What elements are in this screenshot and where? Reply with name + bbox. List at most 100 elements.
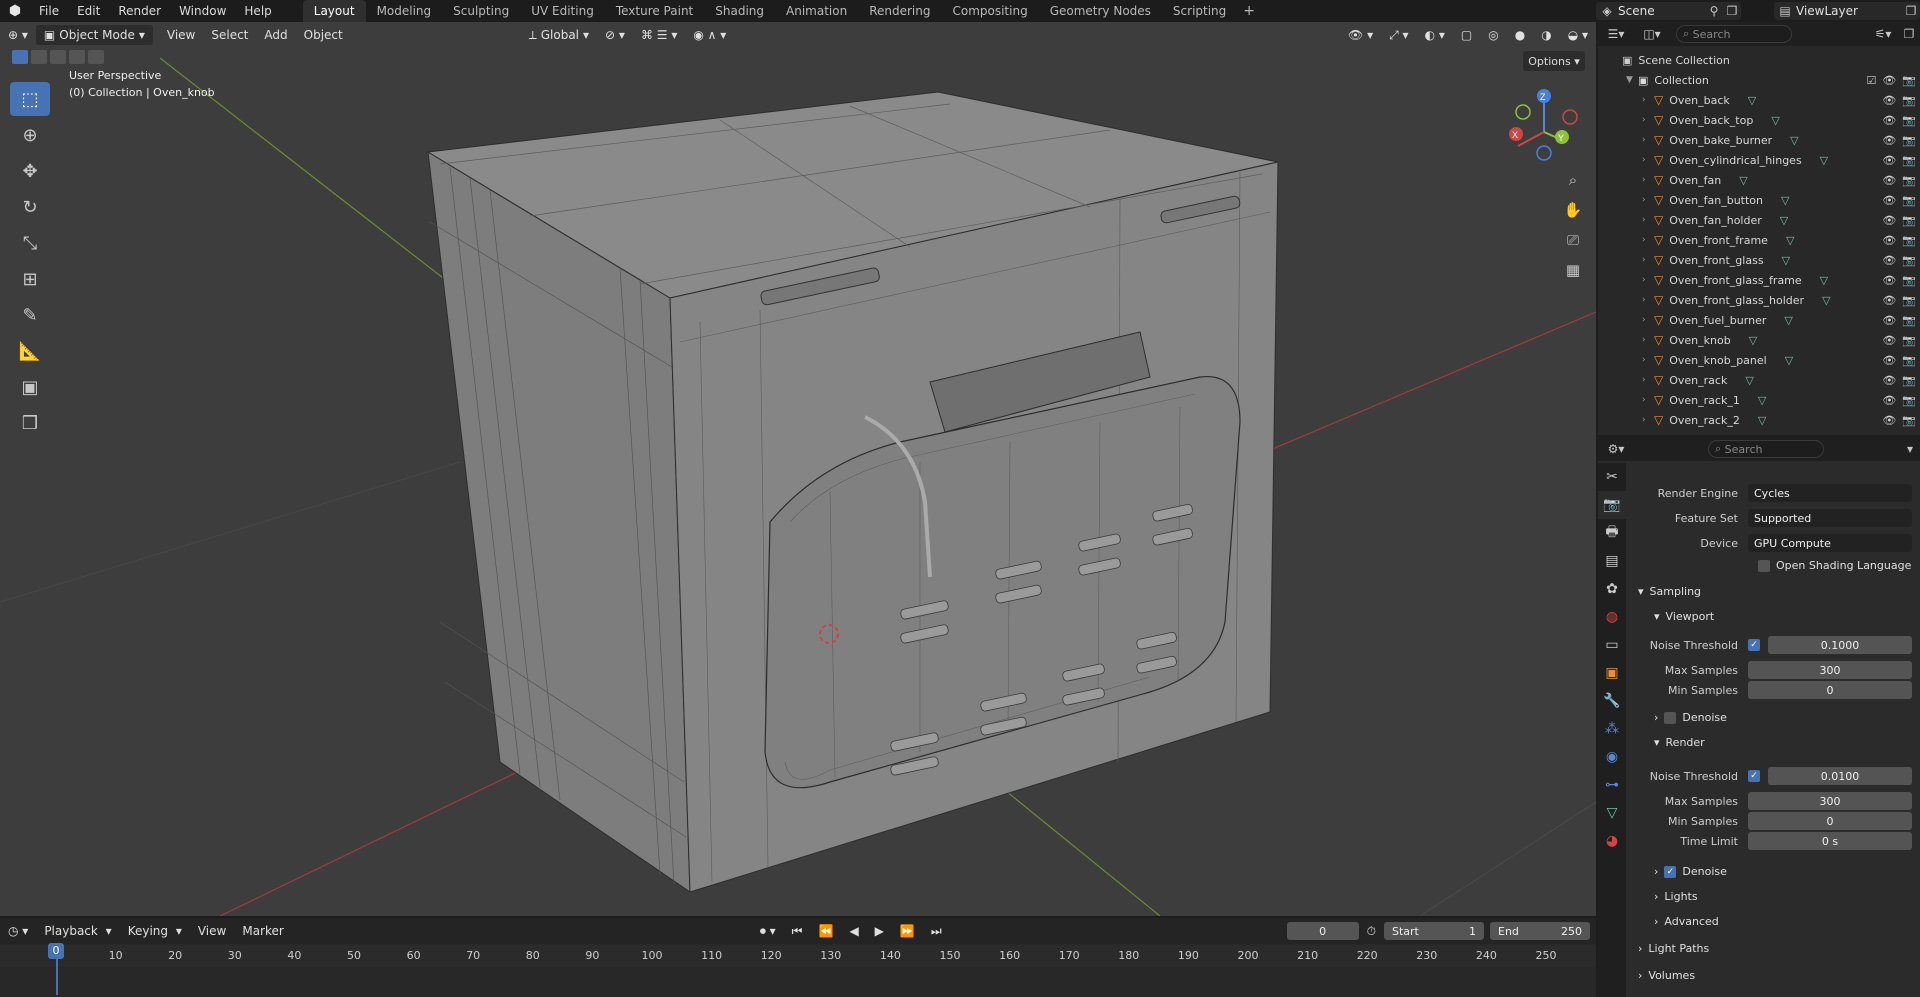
data-tab-icon[interactable]: ▽ [1598, 799, 1626, 827]
mesh-data-icon[interactable]: ▽ [1748, 94, 1756, 107]
osl-checkbox-row[interactable]: Open Shading Language [1758, 559, 1911, 572]
particles-tab-icon[interactable]: ⁂ [1598, 715, 1626, 743]
viewport-max-samples-field[interactable]: 300 [1748, 661, 1912, 679]
proportional-edit-icon[interactable]: ◉ ∧ ▾ [685, 25, 734, 45]
render-noise-threshold-checkbox[interactable]: ✓ [1748, 770, 1760, 782]
editor-type-icon[interactable]: ⊕ ▾ [0, 25, 36, 45]
outliner-object-row[interactable]: › ▽ Oven_front_frame ▽ 👁 📷 [1598, 230, 1920, 250]
scale-icon[interactable]: ⤡ [10, 226, 50, 260]
transform-icon[interactable]: ⊞ [10, 262, 50, 296]
play-reverse-icon[interactable]: ◀ [841, 921, 866, 941]
shading-solid-icon[interactable]: ● [1507, 25, 1533, 45]
viewport-noise-threshold-field[interactable]: 0.1000 [1768, 636, 1912, 654]
mesh-data-icon[interactable]: ▽ [1771, 114, 1779, 127]
render-min-samples-field[interactable]: 0 [1748, 812, 1912, 830]
extrude-icon[interactable]: ❒ [10, 406, 50, 440]
camera-icon[interactable]: 📷 [1902, 74, 1916, 87]
play-icon[interactable]: ▶ [867, 921, 892, 941]
outliner-object-row[interactable]: › ▽ Oven_front_glass_holder ▽ 👁 📷 [1598, 290, 1920, 310]
select-invert-icon[interactable] [69, 50, 85, 64]
mode-dropdown[interactable]: ▣ Object Mode ▾ [35, 25, 153, 45]
visibility-icon[interactable]: 👁 ▾ [1340, 25, 1381, 45]
menu-playback[interactable]: Playback ▾ [36, 921, 119, 941]
viewport-denoise-row[interactable]: › Denoise [1654, 711, 1727, 724]
select-box-icon[interactable]: ⬚ [10, 82, 50, 116]
render-denoise-row[interactable]: › ✓ Denoise [1654, 865, 1727, 878]
collection-tab-icon[interactable]: ▭ [1598, 631, 1626, 659]
pin-icon[interactable]: ⚲ [1705, 4, 1723, 18]
cursor-icon[interactable]: ⊕ [10, 118, 50, 152]
camera-icon[interactable]: 📷 [1902, 134, 1916, 147]
menu-object[interactable]: Object [296, 25, 351, 45]
xray-icon[interactable]: ▢ [1453, 25, 1480, 45]
menu-marker[interactable]: Marker [234, 921, 291, 941]
expand-object-icon[interactable]: › [1642, 175, 1654, 185]
properties-search-input[interactable]: ⌕ Search [1708, 440, 1824, 458]
select-extend-icon[interactable] [31, 50, 47, 64]
camera-view-icon[interactable]: ⎚ [1560, 227, 1586, 253]
playhead-line[interactable] [56, 959, 58, 995]
mesh-data-icon[interactable]: ▽ [1784, 314, 1792, 327]
eye-icon[interactable]: 👁 [1882, 114, 1896, 127]
new-collection-icon[interactable]: ❐ [1898, 27, 1920, 41]
mesh-data-icon[interactable]: ▽ [1820, 274, 1828, 287]
camera-icon[interactable]: 📷 [1902, 274, 1916, 287]
expand-object-icon[interactable]: › [1642, 315, 1654, 325]
camera-icon[interactable]: 📷 [1902, 394, 1916, 407]
constraints-tab-icon[interactable]: ⊶ [1598, 771, 1626, 799]
tab-uv-editing[interactable]: UV Editing [520, 0, 605, 22]
timeline-ruler[interactable]: 10 20 30 40 50 60 70 80 90 100 110 120 130 140 150 160 1… [0, 945, 1596, 967]
eye-icon[interactable]: 👁 [1882, 254, 1896, 267]
timer-icon[interactable]: ⏱ [1359, 921, 1384, 941]
expand-object-icon[interactable]: › [1642, 155, 1654, 165]
select-new-icon[interactable] [12, 50, 28, 64]
expand-object-icon[interactable]: › [1642, 395, 1654, 405]
eye-icon[interactable]: 👁 [1882, 414, 1896, 427]
scene-tab-icon[interactable]: ✿ [1598, 575, 1626, 603]
outliner-object-row[interactable]: › ▽ Oven_rack_2 ▽ 👁 📷 [1598, 410, 1920, 430]
menu-select[interactable]: Select [203, 25, 256, 45]
checkbox-icon[interactable]: ☑ [1866, 74, 1876, 87]
expand-object-icon[interactable]: › [1642, 275, 1654, 285]
eye-icon[interactable]: 👁 [1882, 294, 1896, 307]
outliner-object-row[interactable]: › ▽ Oven_fan_button ▽ 👁 📷 [1598, 190, 1920, 210]
menu-file[interactable]: File [30, 0, 68, 22]
menu-add[interactable]: Add [256, 25, 295, 45]
perspective-toggle-icon[interactable]: ▦ [1560, 257, 1586, 283]
expand-object-icon[interactable]: › [1642, 195, 1654, 205]
world-tab-icon[interactable]: ◍ [1598, 603, 1626, 631]
eye-icon[interactable]: 👁 [1882, 214, 1896, 227]
mesh-data-icon[interactable]: ▽ [1822, 294, 1830, 307]
transform-orientation-dropdown[interactable]: ⟂ Global ▾ [521, 25, 597, 45]
viewport-min-samples-field[interactable]: 0 [1748, 681, 1912, 699]
eye-icon[interactable]: 👁 [1882, 174, 1896, 187]
tab-rendering[interactable]: Rendering [858, 0, 941, 22]
measure-icon[interactable]: 📐 [10, 334, 50, 368]
viewport-subsection-header[interactable]: ▾ Viewport [1654, 610, 1714, 623]
menu-view[interactable]: View [159, 25, 203, 45]
eye-icon[interactable]: 👁 [1882, 274, 1896, 287]
camera-icon[interactable]: 📷 [1902, 234, 1916, 247]
new-view-layer-icon[interactable]: ❐ [1902, 4, 1920, 18]
gizmo-toggle-icon[interactable]: ⤢ ▾ [1381, 25, 1416, 45]
menu-edit[interactable]: Edit [68, 0, 109, 22]
sampling-section-header[interactable]: ▾ Sampling [1638, 585, 1701, 598]
filter-icon[interactable]: ⚟▾ [1868, 27, 1898, 41]
end-frame-field[interactable]: End 250 [1490, 922, 1590, 940]
eye-icon[interactable]: 👁 [1882, 74, 1896, 87]
pan-hand-icon[interactable]: ✋ [1560, 197, 1586, 223]
camera-icon[interactable]: 📷 [1902, 354, 1916, 367]
camera-icon[interactable]: 📷 [1902, 414, 1916, 427]
mesh-data-icon[interactable]: ▽ [1786, 234, 1794, 247]
shading-material-icon[interactable]: ◑ [1533, 25, 1559, 45]
outliner-object-row[interactable]: › ▽ Oven_cylindrical_hinges ▽ 👁 📷 [1598, 150, 1920, 170]
mesh-data-icon[interactable]: ▽ [1758, 414, 1766, 427]
render-denoise-checkbox[interactable]: ✓ [1664, 865, 1677, 878]
expand-object-icon[interactable]: › [1642, 135, 1654, 145]
outliner-object-row[interactable]: › ▽ Oven_back ▽ 👁 📷 [1598, 90, 1920, 110]
render-noise-threshold-field[interactable]: 0.0100 [1768, 767, 1912, 785]
expand-object-icon[interactable]: › [1642, 115, 1654, 125]
prev-keyframe-icon[interactable]: ⏪ [810, 921, 841, 941]
mesh-data-icon[interactable]: ▽ [1739, 174, 1747, 187]
eye-icon[interactable]: 👁 [1882, 374, 1896, 387]
